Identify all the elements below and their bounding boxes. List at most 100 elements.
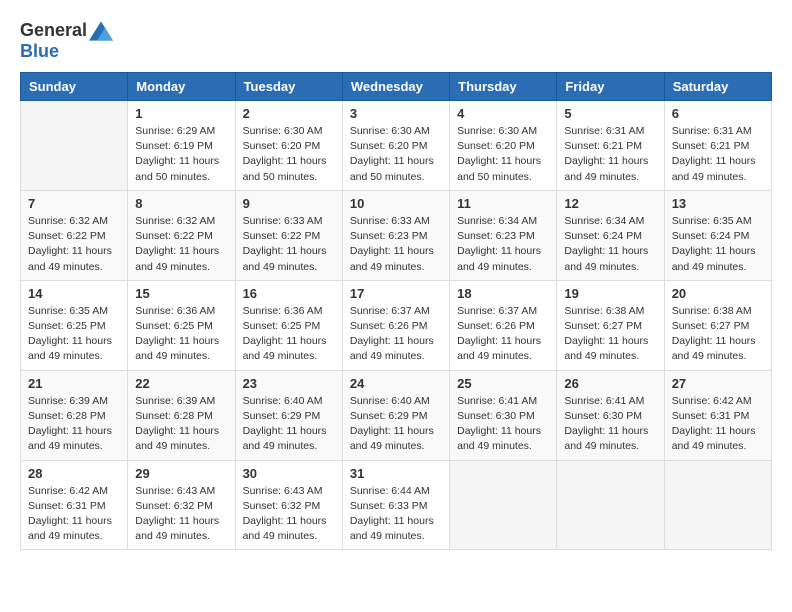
weekday-header-friday: Friday — [557, 73, 664, 101]
day-number: 5 — [564, 106, 656, 121]
day-number: 13 — [672, 196, 764, 211]
logo: General Blue — [20, 20, 113, 62]
calendar-cell: 4 Sunrise: 6:30 AM Sunset: 6:20 PM Daylig… — [450, 101, 557, 191]
day-info: Sunrise: 6:36 AM Sunset: 6:25 PM Dayligh… — [135, 304, 227, 365]
calendar-cell: 27Sunrise: 6:42 AM Sunset: 6:31 PM Dayli… — [664, 370, 771, 460]
calendar-cell: 14 Sunrise: 6:35 AM Sunset: 6:25 PM Dayli… — [21, 280, 128, 370]
day-number: 31 — [350, 466, 442, 481]
logo-general-text: General — [20, 20, 87, 41]
day-number: 11 — [457, 196, 549, 211]
weekday-header-saturday: Saturday — [664, 73, 771, 101]
day-number: 17 — [350, 286, 442, 301]
day-info: Sunrise: 6:34 AM Sunset: 6:24 PM Dayligh… — [564, 214, 656, 275]
day-number: 7 — [28, 196, 120, 211]
calendar-cell: 28 Sunrise: 6:42 AM Sunset: 6:31 PM Dayli… — [21, 460, 128, 550]
calendar-cell: 20 Sunrise: 6:38 AM Sunset: 6:27 PM Dayli… — [664, 280, 771, 370]
weekday-header-thursday: Thursday — [450, 73, 557, 101]
day-info: Sunrise: 6:31 AM Sunset: 6:21 PM Dayligh… — [672, 124, 764, 185]
calendar-cell — [21, 101, 128, 191]
day-number: 15 — [135, 286, 227, 301]
day-info: Sunrise: 6:30 AM Sunset: 6:20 PM Dayligh… — [243, 124, 335, 185]
calendar-cell: 26Sunrise: 6:41 AM Sunset: 6:30 PM Dayli… — [557, 370, 664, 460]
calendar-header-row: SundayMondayTuesdayWednesdayThursdayFrid… — [21, 73, 772, 101]
day-number: 21 — [28, 376, 120, 391]
day-info: Sunrise: 6:40 AM Sunset: 6:29 PM Dayligh… — [243, 394, 335, 455]
weekday-header-wednesday: Wednesday — [342, 73, 449, 101]
day-info: Sunrise: 6:41 AM Sunset: 6:30 PM Dayligh… — [457, 394, 549, 455]
day-info: Sunrise: 6:43 AM Sunset: 6:32 PM Dayligh… — [243, 484, 335, 545]
day-info: Sunrise: 6:32 AM Sunset: 6:22 PM Dayligh… — [135, 214, 227, 275]
calendar-cell — [557, 460, 664, 550]
day-number: 29 — [135, 466, 227, 481]
day-number: 16 — [243, 286, 335, 301]
calendar-cell: 29 Sunrise: 6:43 AM Sunset: 6:32 PM Dayli… — [128, 460, 235, 550]
day-number: 28 — [28, 466, 120, 481]
day-number: 30 — [243, 466, 335, 481]
calendar-cell: 6 Sunrise: 6:31 AM Sunset: 6:21 PM Daylig… — [664, 101, 771, 191]
day-number: 6 — [672, 106, 764, 121]
calendar-table: SundayMondayTuesdayWednesdayThursdayFrid… — [20, 72, 772, 550]
day-info: Sunrise: 6:42 AM Sunset: 6:31 PM Dayligh… — [28, 484, 120, 545]
day-number: 22 — [135, 376, 227, 391]
calendar-cell: 23Sunrise: 6:40 AM Sunset: 6:29 PM Dayli… — [235, 370, 342, 460]
calendar-cell: 15 Sunrise: 6:36 AM Sunset: 6:25 PM Dayli… — [128, 280, 235, 370]
day-number: 4 — [457, 106, 549, 121]
day-info: Sunrise: 6:33 AM Sunset: 6:22 PM Dayligh… — [243, 214, 335, 275]
day-number: 20 — [672, 286, 764, 301]
day-info: Sunrise: 6:39 AM Sunset: 6:28 PM Dayligh… — [135, 394, 227, 455]
weekday-header-sunday: Sunday — [21, 73, 128, 101]
day-info: Sunrise: 6:38 AM Sunset: 6:27 PM Dayligh… — [672, 304, 764, 365]
calendar-cell: 9 Sunrise: 6:33 AM Sunset: 6:22 PM Daylig… — [235, 190, 342, 280]
calendar-cell: 24 Sunrise: 6:40 AM Sunset: 6:29 PM Dayli… — [342, 370, 449, 460]
day-info: Sunrise: 6:42 AM Sunset: 6:31 PM Dayligh… — [672, 394, 764, 455]
calendar-cell: 5 Sunrise: 6:31 AM Sunset: 6:21 PM Daylig… — [557, 101, 664, 191]
day-info: Sunrise: 6:31 AM Sunset: 6:21 PM Dayligh… — [564, 124, 656, 185]
day-number: 1 — [135, 106, 227, 121]
day-number: 3 — [350, 106, 442, 121]
calendar-cell: 18 Sunrise: 6:37 AM Sunset: 6:26 PM Dayli… — [450, 280, 557, 370]
day-info: Sunrise: 6:38 AM Sunset: 6:27 PM Dayligh… — [564, 304, 656, 365]
day-number: 12 — [564, 196, 656, 211]
day-info: Sunrise: 6:39 AM Sunset: 6:28 PM Dayligh… — [28, 394, 120, 455]
weekday-header-tuesday: Tuesday — [235, 73, 342, 101]
calendar-cell: 25 Sunrise: 6:41 AM Sunset: 6:30 PM Dayli… — [450, 370, 557, 460]
day-number: 19 — [564, 286, 656, 301]
page-header: General Blue — [20, 20, 772, 62]
calendar-cell: 2Sunrise: 6:30 AM Sunset: 6:20 PM Daylig… — [235, 101, 342, 191]
day-number: 9 — [243, 196, 335, 211]
day-info: Sunrise: 6:33 AM Sunset: 6:23 PM Dayligh… — [350, 214, 442, 275]
day-info: Sunrise: 6:35 AM Sunset: 6:25 PM Dayligh… — [28, 304, 120, 365]
day-number: 25 — [457, 376, 549, 391]
calendar-cell: 22 Sunrise: 6:39 AM Sunset: 6:28 PM Dayli… — [128, 370, 235, 460]
calendar-cell — [664, 460, 771, 550]
day-info: Sunrise: 6:40 AM Sunset: 6:29 PM Dayligh… — [350, 394, 442, 455]
weekday-header-monday: Monday — [128, 73, 235, 101]
day-info: Sunrise: 6:44 AM Sunset: 6:33 PM Dayligh… — [350, 484, 442, 545]
logo-blue-text: Blue — [20, 41, 59, 62]
day-info: Sunrise: 6:43 AM Sunset: 6:32 PM Dayligh… — [135, 484, 227, 545]
calendar-cell: 8Sunrise: 6:32 AM Sunset: 6:22 PM Daylig… — [128, 190, 235, 280]
calendar-cell: 11 Sunrise: 6:34 AM Sunset: 6:23 PM Dayli… — [450, 190, 557, 280]
logo-icon — [89, 21, 113, 41]
day-info: Sunrise: 6:32 AM Sunset: 6:22 PM Dayligh… — [28, 214, 120, 275]
day-number: 18 — [457, 286, 549, 301]
day-info: Sunrise: 6:29 AM Sunset: 6:19 PM Dayligh… — [135, 124, 227, 185]
calendar-cell: 30 Sunrise: 6:43 AM Sunset: 6:32 PM Dayli… — [235, 460, 342, 550]
calendar-cell: 19 Sunrise: 6:38 AM Sunset: 6:27 PM Dayli… — [557, 280, 664, 370]
day-info: Sunrise: 6:35 AM Sunset: 6:24 PM Dayligh… — [672, 214, 764, 275]
day-number: 10 — [350, 196, 442, 211]
calendar-cell: 16 Sunrise: 6:36 AM Sunset: 6:25 PM Dayli… — [235, 280, 342, 370]
day-number: 24 — [350, 376, 442, 391]
day-info: Sunrise: 6:41 AM Sunset: 6:30 PM Dayligh… — [564, 394, 656, 455]
day-info: Sunrise: 6:36 AM Sunset: 6:25 PM Dayligh… — [243, 304, 335, 365]
day-info: Sunrise: 6:34 AM Sunset: 6:23 PM Dayligh… — [457, 214, 549, 275]
calendar-week-row: 7 Sunrise: 6:32 AM Sunset: 6:22 PM Daylig… — [21, 190, 772, 280]
calendar-cell: 13 Sunrise: 6:35 AM Sunset: 6:24 PM Dayli… — [664, 190, 771, 280]
calendar-cell: 3Sunrise: 6:30 AM Sunset: 6:20 PM Daylig… — [342, 101, 449, 191]
calendar-cell: 31 Sunrise: 6:44 AM Sunset: 6:33 PM Dayli… — [342, 460, 449, 550]
day-info: Sunrise: 6:37 AM Sunset: 6:26 PM Dayligh… — [457, 304, 549, 365]
calendar-cell — [450, 460, 557, 550]
calendar-week-row: 21 Sunrise: 6:39 AM Sunset: 6:28 PM Dayli… — [21, 370, 772, 460]
day-info: Sunrise: 6:30 AM Sunset: 6:20 PM Dayligh… — [457, 124, 549, 185]
day-number: 14 — [28, 286, 120, 301]
